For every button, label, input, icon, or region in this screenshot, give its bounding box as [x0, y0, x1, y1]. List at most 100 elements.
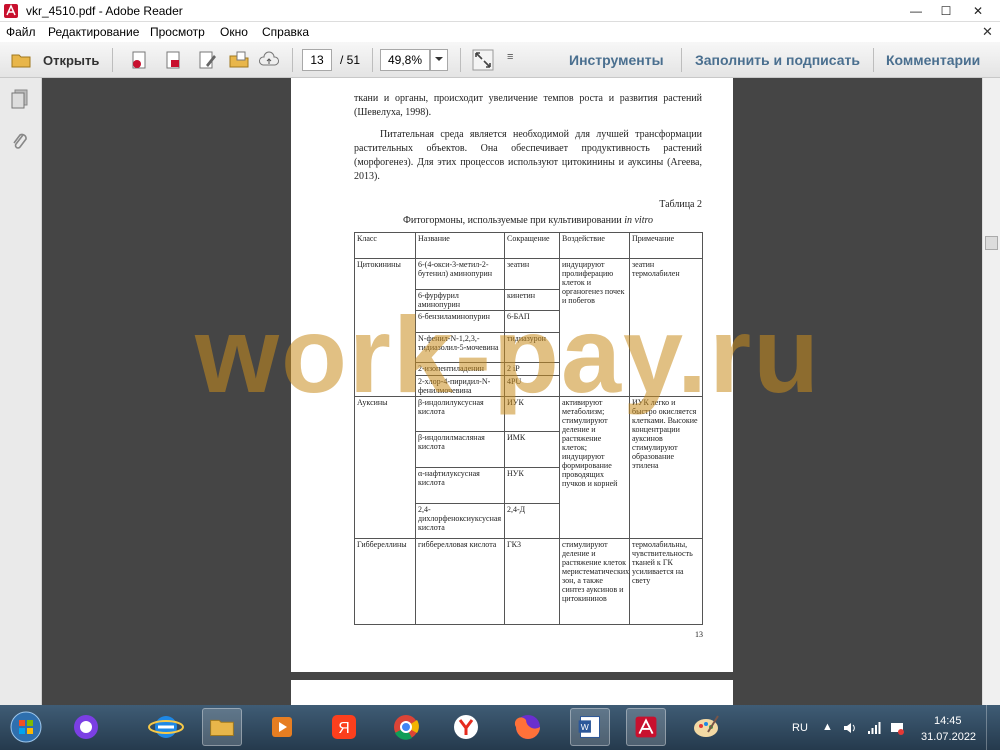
edit-pdf-icon[interactable] [196, 49, 218, 71]
word-icon[interactable]: W [570, 708, 610, 746]
page-number: 13 [695, 630, 703, 639]
adobe-reader-taskbar-icon[interactable] [626, 708, 666, 746]
yandex-browser-icon[interactable] [446, 708, 486, 746]
zoom-dropdown-button[interactable] [430, 49, 448, 71]
close-button[interactable]: ✕ [964, 1, 992, 21]
create-pdf-icon[interactable] [128, 49, 150, 71]
table-class-cell: Гиббереллины [354, 538, 416, 625]
paragraph: Питательная среда является необходимой д… [354, 129, 702, 182]
table-cell: 6-бензиламинопурин [415, 310, 505, 333]
table-cell: 2,4-Д [504, 503, 560, 539]
toolbar-separator [112, 48, 113, 72]
adobe-reader-icon [4, 4, 18, 18]
show-desktop-button[interactable] [986, 705, 1000, 750]
clock-date[interactable]: 31.07.2022 [921, 731, 976, 743]
menu-bar: Файл Редактирование Просмотр Окно Справк… [0, 22, 1000, 42]
title-bar: vkr_4510.pdf - Adobe Reader — ☐ ✕ [0, 0, 1000, 22]
volume-icon[interactable] [843, 722, 857, 734]
tray-expand-icon[interactable]: ▲ [822, 721, 833, 733]
customize-toolbar-icon[interactable]: ≡ [507, 51, 513, 63]
toolbar-separator [873, 48, 874, 72]
table-cell: термолабильны, чувствительность тканей к… [629, 538, 703, 625]
paint-icon[interactable] [686, 708, 726, 746]
maximize-button[interactable]: ☐ [932, 1, 960, 21]
menu-window[interactable]: Окно [220, 25, 248, 39]
menu-view[interactable]: Просмотр [150, 25, 205, 39]
zoom-input[interactable]: 49,8% [380, 49, 430, 71]
clock-time[interactable]: 14:45 [934, 715, 962, 727]
table-class-cell: Ауксины [354, 396, 416, 539]
table-cell: 2-хлор-4-пиридил-N-фенилмочевина [415, 375, 505, 397]
share-folder-icon[interactable] [228, 49, 250, 71]
table-header-cell: Название [415, 232, 505, 259]
comments-pane-button[interactable]: Комментарии [886, 52, 980, 68]
pdf-page-next [291, 680, 733, 705]
page-thumbnails-icon[interactable] [9, 88, 31, 110]
language-indicator[interactable]: RU [792, 722, 808, 734]
table-cell: N-фенил-N-1,2,3,-тидиазолил-5-мочевина [415, 332, 505, 363]
fill-sign-pane-button[interactable]: Заполнить и подписать [695, 52, 860, 68]
fullscreen-icon[interactable] [472, 49, 494, 71]
table-cell: гибберелловая кислота [415, 538, 505, 625]
yandex-icon[interactable]: Я [324, 708, 364, 746]
toolbar: Открыть 13 / 51 49,8% ≡ Инструменты Запо… [0, 42, 1000, 78]
open-button[interactable]: Открыть [43, 53, 99, 68]
toolbar-separator [681, 48, 682, 72]
file-explorer-icon[interactable] [202, 708, 242, 746]
tools-pane-button[interactable]: Инструменты [569, 52, 664, 68]
table-cell: стимулируют деление и растяжение клеток … [559, 538, 630, 625]
table-cell: зеатин [504, 258, 560, 290]
export-pdf-icon[interactable] [162, 49, 184, 71]
menu-help[interactable]: Справка [262, 25, 309, 39]
minimize-button[interactable]: — [902, 1, 930, 21]
svg-text:W: W [581, 722, 590, 732]
table-header-cell: Сокращение [504, 232, 560, 259]
page-number-input[interactable]: 13 [302, 49, 332, 71]
table-cell: активируют метаболизм; стимулируют делен… [559, 396, 630, 539]
internet-explorer-icon[interactable] [146, 708, 186, 746]
pdf-page: ткани и органы, происходит увеличение те… [291, 78, 733, 672]
chevron-down-icon [435, 57, 443, 61]
media-player-icon[interactable] [262, 708, 302, 746]
table-cell: β-индолилуксусная кислота [415, 396, 505, 432]
notification-alert-icon[interactable] [890, 721, 904, 735]
start-button-icon[interactable] [6, 708, 46, 746]
toolbar-separator [372, 48, 373, 72]
table-cell: кинетин [504, 289, 560, 311]
paragraph: ткани и органы, происходит увеличение те… [354, 93, 702, 118]
table-cell: зеатин термолабилен [629, 258, 703, 397]
table-header-cell: Примечание [629, 232, 703, 259]
open-folder-icon[interactable] [10, 49, 32, 71]
svg-text:Я: Я [338, 720, 350, 737]
alice-assistant-icon[interactable] [66, 708, 106, 746]
table-cell: α-нафтилуксусная кислота [415, 467, 505, 504]
menu-file[interactable]: Файл [6, 25, 36, 39]
table-cell: 2,4-дихлорфеноксиуксусная кислота [415, 503, 505, 539]
table-cell: ИМК [504, 431, 560, 468]
close-document-icon[interactable]: ✕ [982, 24, 993, 40]
table-cell: β-индолилмасляная кислота [415, 431, 505, 468]
navigation-panel [0, 78, 42, 705]
document-viewer[interactable]: ткани и органы, происходит увеличение те… [42, 78, 982, 705]
table-cell: 2 iP [504, 362, 560, 376]
vertical-scrollbar[interactable] [982, 78, 1000, 705]
table-cell: 6-фурфурил аминопурин [415, 289, 505, 311]
table-cell: ИУК легко и быстро окисляется клетками. … [629, 396, 703, 539]
table-cell: НУК [504, 467, 560, 504]
table-cell: 2-изопентиладенин [415, 362, 505, 376]
attachments-paperclip-icon[interactable] [9, 130, 31, 152]
chrome-icon[interactable] [386, 708, 426, 746]
menu-edit[interactable]: Редактирование [48, 25, 139, 39]
table-number: Таблица 2 [659, 199, 702, 210]
window-title: vkr_4510.pdf - Adobe Reader [26, 4, 183, 18]
table-header-cell: Воздействие [559, 232, 630, 259]
table-cell: 6-БАП [504, 310, 560, 333]
cloud-upload-icon[interactable] [258, 49, 280, 71]
scrollbar-thumb[interactable] [985, 236, 998, 250]
network-signal-icon[interactable] [867, 721, 881, 735]
table-header-cell: Класс [354, 232, 416, 259]
firefox-icon[interactable] [508, 708, 548, 746]
table-cell: ИУК [504, 396, 560, 432]
taskbar: Я W RU ▲ 14:45 31.07.2022 [0, 705, 1000, 750]
table-cell: 4PU [504, 375, 560, 397]
